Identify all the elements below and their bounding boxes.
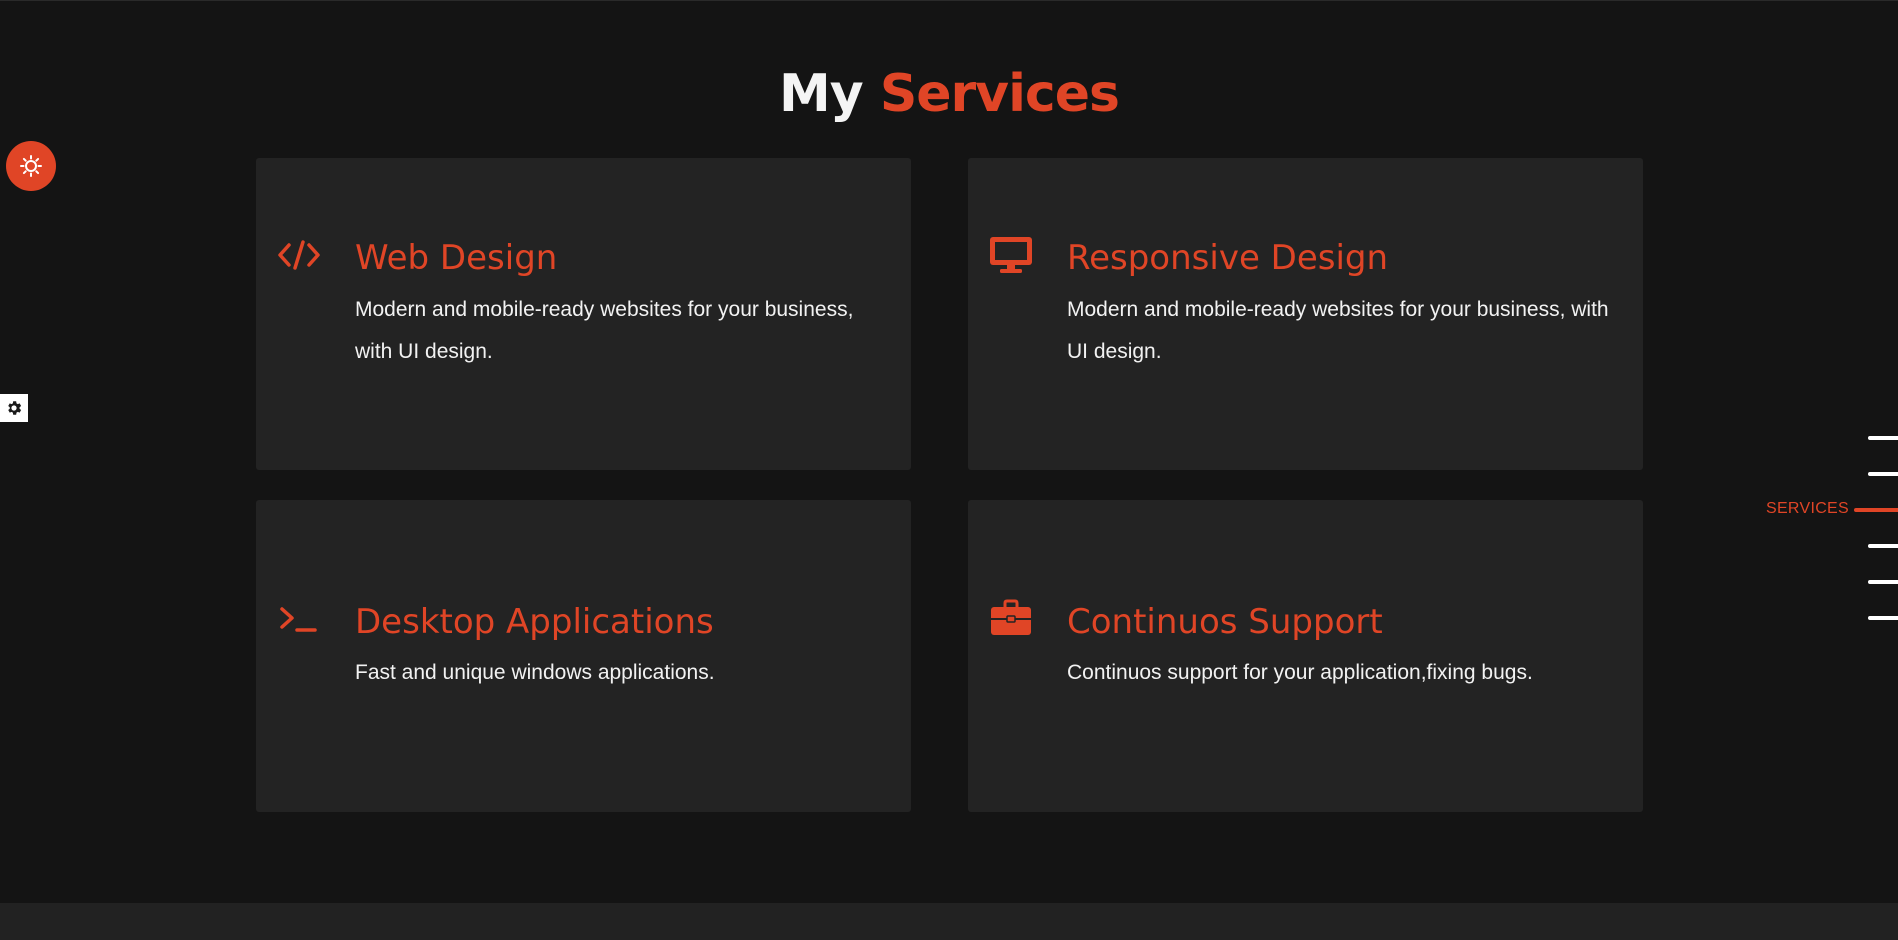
code-icon (276, 235, 322, 275)
briefcase-icon (988, 598, 1034, 638)
side-nav-item[interactable] (1698, 541, 1898, 551)
service-description: Fast and unique windows applications. (355, 661, 715, 684)
side-nav-item[interactable] (1698, 433, 1898, 443)
side-nav-item[interactable] (1698, 469, 1898, 479)
side-nav-item[interactable] (1698, 613, 1898, 623)
nav-line (1868, 544, 1898, 548)
service-card-desktop-applications: Desktop Applications Fast and unique win… (256, 500, 911, 812)
service-card-continuos-support: Continuos Support Continuos support for … (968, 500, 1643, 812)
service-description: Continuos support for your application,f… (1067, 661, 1533, 684)
service-description: Modern and mobile-ready websites for you… (1067, 298, 1609, 363)
sun-icon (19, 154, 43, 178)
nav-line (1868, 580, 1898, 584)
side-page-nav: SERVICES (1698, 430, 1898, 640)
service-description: Modern and mobile-ready websites for you… (355, 298, 854, 363)
title-part-my: My (779, 64, 864, 124)
gear-icon (5, 399, 23, 417)
service-title: Web Design (355, 238, 558, 278)
settings-panel-toggle[interactable] (0, 394, 28, 422)
side-nav-item[interactable] (1698, 577, 1898, 587)
side-nav-active-label: SERVICES (1765, 500, 1849, 517)
service-title: Responsive Design (1067, 238, 1389, 278)
nav-line (1868, 472, 1898, 476)
desktop-monitor-icon (988, 235, 1034, 275)
page-title: My Services (0, 58, 1898, 130)
service-title: Continuos Support (1067, 602, 1383, 642)
nav-line (1868, 436, 1898, 440)
nav-line (1868, 616, 1898, 620)
terminal-icon (276, 600, 322, 640)
service-card-responsive-design: Responsive Design Modern and mobile-read… (968, 158, 1643, 470)
service-card-web-design: Web Design Modern and mobile-ready websi… (256, 158, 911, 470)
next-section-band (0, 903, 1898, 940)
theme-toggle-button[interactable] (6, 141, 56, 191)
service-title: Desktop Applications (355, 602, 714, 642)
title-part-services: Services (879, 64, 1120, 124)
top-divider (0, 0, 1898, 1)
side-nav-item-services[interactable]: SERVICES (1698, 500, 1898, 517)
nav-line-active (1854, 508, 1898, 512)
